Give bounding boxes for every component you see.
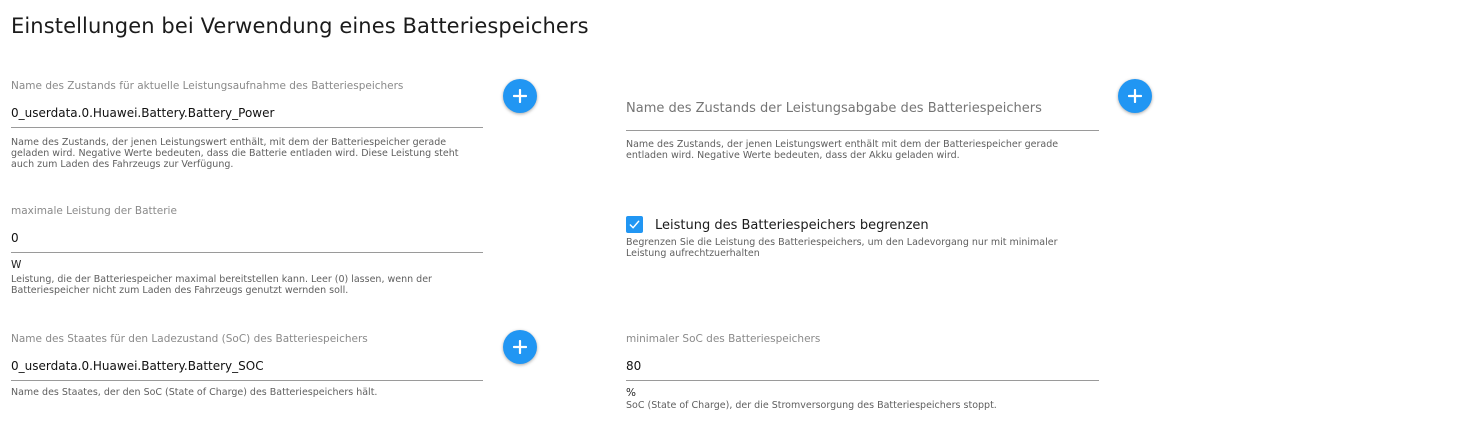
check-icon: [629, 220, 640, 229]
power-state-help-line-3: auch zum Laden des Fahrzeugs zur Verfügu…: [11, 159, 234, 170]
power-state-help-line-1: Name des Zustands, der jenen Leistungswe…: [11, 137, 447, 148]
limit-power-label[interactable]: Leistung des Batteriespeichers begrenzen: [655, 218, 929, 233]
max-power-label: maximale Leistung der Batterie: [11, 205, 177, 217]
limit-power-help: Begrenzen Sie die Leistung des Batteries…: [626, 237, 1099, 259]
limit-power-help-line-1: Begrenzen Sie die Leistung des Batteries…: [626, 237, 1058, 248]
power-state-add-button[interactable]: [503, 79, 537, 113]
min-soc-label: minimaler SoC des Batteriespeichers: [626, 333, 821, 345]
page-title: Einstellungen bei Verwendung eines Batte…: [11, 14, 589, 38]
power-state-help: Name des Zustands, der jenen Leistungswe…: [11, 137, 483, 170]
power-state-help-line-2: geladen wird. Negative Werte bedeuten, d…: [11, 148, 459, 159]
soc-state-input[interactable]: [11, 358, 483, 373]
soc-state-field: Name des Staates für den Ladezustand (So…: [11, 333, 483, 398]
power-state-field: Name des Zustands für aktuelle Leistungs…: [11, 80, 483, 170]
output-state-add-button[interactable]: [1118, 79, 1152, 113]
soc-state-underline: [11, 380, 483, 381]
max-power-help-line-1: Leistung, die der Batteriespeicher maxim…: [11, 274, 432, 285]
soc-state-label: Name des Staates für den Ladezustand (So…: [11, 333, 368, 345]
limit-power-help-line-2: Leistung aufrechtzuerhalten: [626, 248, 760, 259]
output-state-help-line-1: Name des Zustands, der jenen Leistungswe…: [626, 139, 1059, 150]
max-power-field: maximale Leistung der Batterie W Leistun…: [11, 205, 483, 296]
min-soc-help: SoC (State of Charge), der die Stromvers…: [626, 400, 997, 411]
power-state-input[interactable]: [11, 105, 483, 120]
output-state-help-line-2: entladen wird. Negative Werte bedeuten, …: [626, 150, 960, 161]
soc-state-add-button[interactable]: [503, 330, 537, 364]
output-state-underline: [626, 130, 1099, 131]
output-state-input[interactable]: [626, 100, 1099, 117]
limit-power-checkbox[interactable]: [626, 216, 643, 233]
min-soc-unit: %: [626, 387, 636, 399]
max-power-help: Leistung, die der Batteriespeicher maxim…: [11, 274, 483, 296]
min-soc-field: minimaler SoC des Batteriespeichers % So…: [626, 333, 1099, 411]
plus-icon: [1128, 89, 1142, 103]
max-power-help-line-2: Batteriespeicher nicht zum Laden des Fah…: [11, 285, 349, 296]
min-soc-underline: [626, 380, 1099, 381]
max-power-underline: [11, 252, 483, 253]
min-soc-input[interactable]: [626, 358, 1099, 373]
max-power-unit: W: [11, 259, 22, 271]
power-state-label: Name des Zustands für aktuelle Leistungs…: [11, 80, 404, 92]
plus-icon: [513, 340, 527, 354]
max-power-input[interactable]: [11, 230, 483, 245]
plus-icon: [513, 89, 527, 103]
soc-state-help: Name des Staates, der den SoC (State of …: [11, 387, 378, 398]
power-state-underline: [11, 127, 483, 128]
output-state-field: Name des Zustands, der jenen Leistungswe…: [626, 100, 1099, 161]
output-state-help: Name des Zustands, der jenen Leistungswe…: [626, 139, 1099, 161]
